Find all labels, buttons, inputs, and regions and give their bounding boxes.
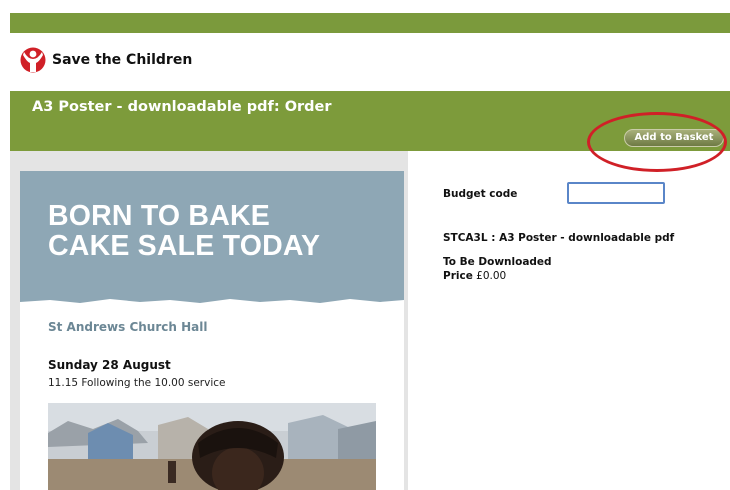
poster-headline-line-2: CAKE SALE TODAY bbox=[48, 230, 321, 262]
poster-venue: St Andrews Church Hall bbox=[48, 320, 208, 334]
poster-header: BORN TO BAKE CAKE SALE TODAY bbox=[20, 171, 404, 299]
poster-date: Sunday 28 August bbox=[48, 358, 171, 372]
product-code: STCA3L : A3 Poster - downloadable pdf bbox=[443, 232, 675, 244]
budget-code-input[interactable] bbox=[567, 182, 665, 204]
torn-edge bbox=[20, 295, 404, 303]
poster-time: 11.15 Following the 10.00 service bbox=[48, 377, 226, 389]
child-figure-icon bbox=[20, 47, 46, 73]
poster-photo bbox=[48, 403, 376, 490]
add-to-basket-button[interactable]: Add to Basket bbox=[624, 129, 724, 147]
poster-headline-line-1: BORN TO BAKE bbox=[48, 200, 270, 232]
price-label: Price bbox=[443, 270, 473, 282]
page-banner: A3 Poster - downloadable pdf: Order Add … bbox=[10, 91, 730, 151]
budget-code-label: Budget code bbox=[443, 188, 518, 200]
save-the-children-logo[interactable]: Save the Children bbox=[20, 44, 192, 76]
poster-headline: BORN TO BAKE CAKE SALE TODAY bbox=[48, 201, 320, 261]
page-title: A3 Poster - downloadable pdf: Order bbox=[32, 99, 332, 115]
delivery-method: To Be Downloaded bbox=[443, 256, 552, 268]
brand-name: Save the Children bbox=[52, 52, 193, 68]
price-value: £0.00 bbox=[476, 270, 507, 282]
top-bar bbox=[10, 13, 730, 33]
poster-preview: BORN TO BAKE CAKE SALE TODAY St Andrews … bbox=[20, 171, 404, 490]
price: Price £0.00 bbox=[443, 270, 506, 282]
